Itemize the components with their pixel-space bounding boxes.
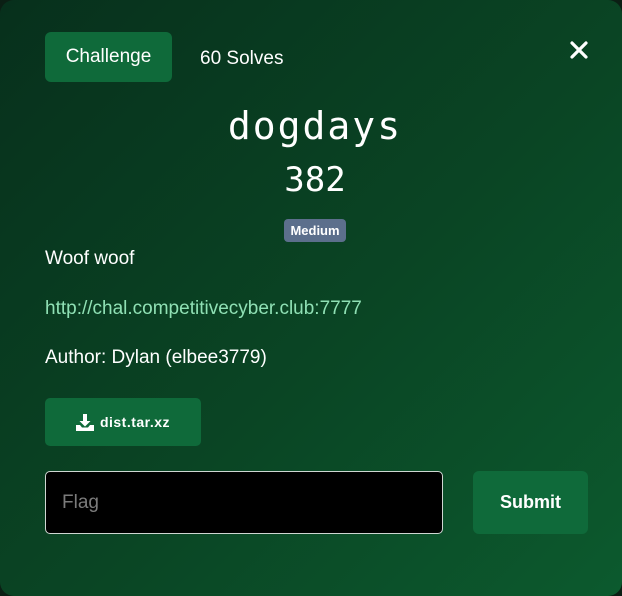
solves-tab[interactable]: 60 Solves xyxy=(200,47,283,71)
challenge-points: 382 xyxy=(284,160,346,200)
flag-input[interactable] xyxy=(45,471,443,534)
download-file-button[interactable]: dist.tar.xz xyxy=(45,398,201,446)
challenge-tab[interactable]: Challenge xyxy=(45,32,172,82)
challenge-modal: Challenge 60 Solves dogdays 382 Medium W… xyxy=(0,0,622,596)
close-button[interactable] xyxy=(566,37,592,63)
challenge-title: dogdays xyxy=(227,104,403,148)
challenge-description: Woof woof xyxy=(45,248,135,269)
difficulty-badge: Medium xyxy=(284,219,346,242)
download-icon xyxy=(75,413,94,431)
challenge-author: Author: Dylan (elbee3779) xyxy=(45,347,267,368)
close-icon xyxy=(570,41,588,59)
submit-button[interactable]: Submit xyxy=(473,471,588,534)
file-name: dist.tar.xz xyxy=(99,414,171,430)
challenge-link[interactable]: http://chal.competitivecyber.club:7777 xyxy=(45,298,362,320)
